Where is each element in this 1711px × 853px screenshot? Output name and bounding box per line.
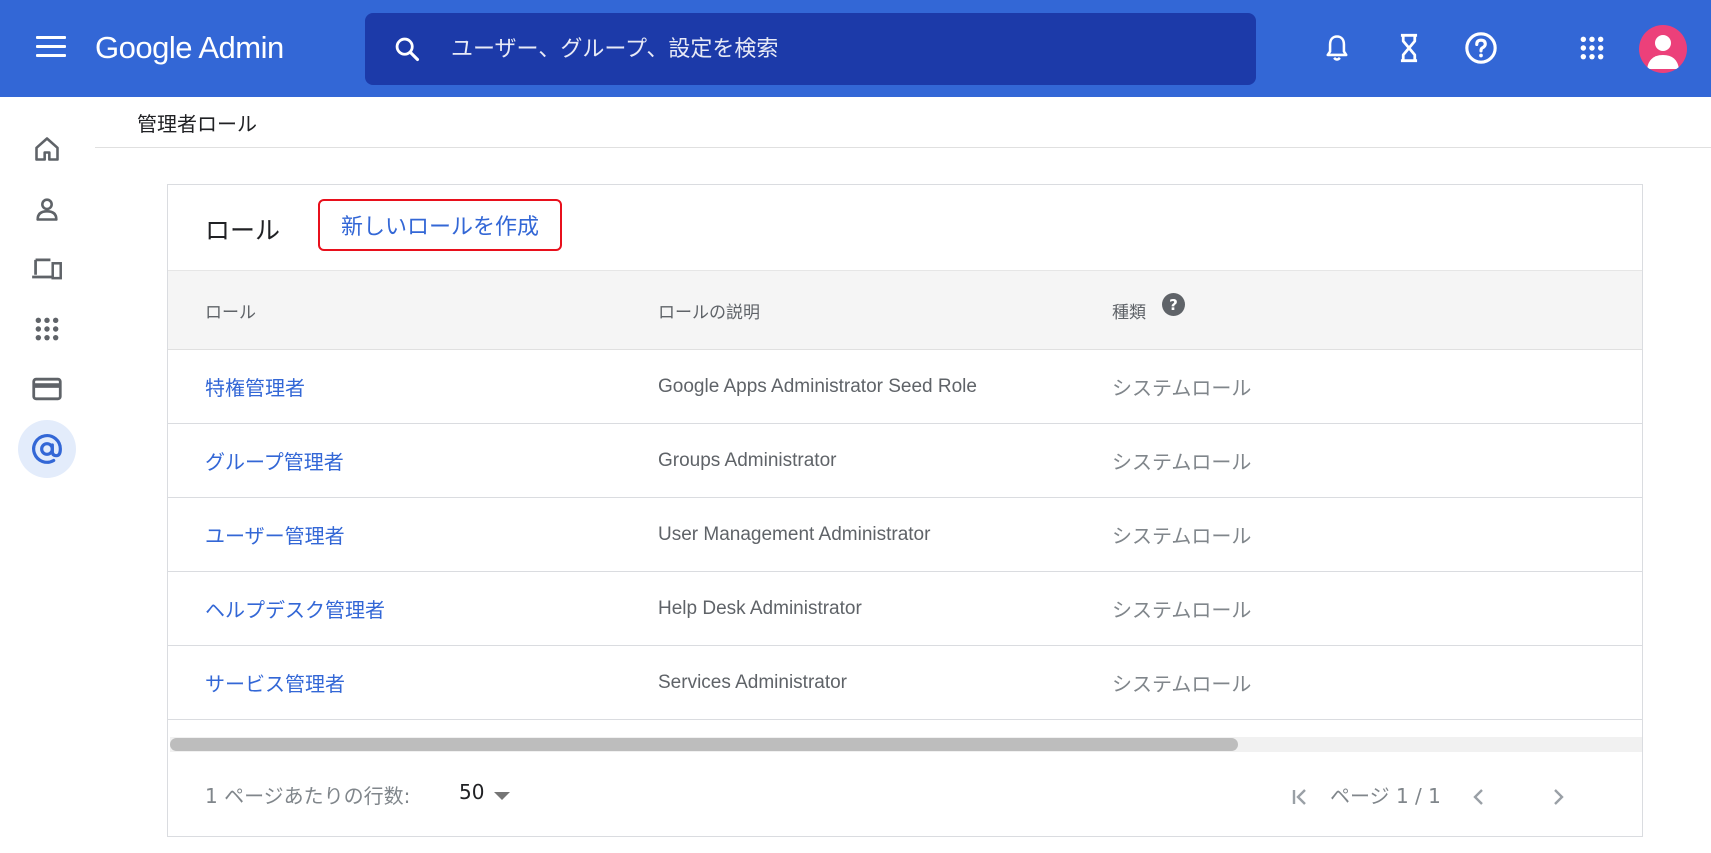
table-row[interactable]: ヘルプデスク管理者 Help Desk Administrator システムロー…	[168, 572, 1642, 646]
role-description: Groups Administrator	[658, 450, 837, 471]
dropdown-caret-icon	[494, 792, 510, 800]
hamburger-menu-icon[interactable]	[36, 36, 66, 60]
role-name-link[interactable]: ヘルプデスク管理者	[205, 594, 385, 623]
home-icon[interactable]	[22, 124, 72, 174]
billing-card-icon[interactable]	[22, 364, 72, 414]
rows-per-page-label: 1 ページあたりの行数:	[205, 784, 411, 808]
role-name-link[interactable]: グループ管理者	[205, 446, 344, 475]
column-header-type[interactable]: 種類	[1112, 298, 1146, 323]
first-page-icon[interactable]	[1282, 779, 1318, 815]
role-type: システムロール	[1112, 450, 1252, 474]
next-page-icon[interactable]	[1540, 779, 1576, 815]
devices-icon[interactable]	[22, 244, 72, 294]
table-row[interactable]: 特権管理者 Google Apps Administrator Seed Rol…	[168, 350, 1642, 424]
role-type: システムロール	[1112, 376, 1252, 400]
page-title: 管理者ロール	[137, 112, 257, 136]
column-header-role[interactable]: ロール	[205, 298, 256, 323]
rows-per-page-value: 50	[459, 780, 485, 804]
divider	[95, 147, 1711, 148]
horizontal-scrollbar[interactable]	[170, 737, 1642, 752]
card-title: ロール	[205, 216, 281, 245]
role-description: Services Administrator	[658, 672, 848, 693]
previous-page-icon[interactable]	[1461, 779, 1497, 815]
role-type: システムロール	[1112, 598, 1252, 622]
search-input[interactable]	[451, 27, 1231, 71]
role-name-link[interactable]: サービス管理者	[205, 668, 345, 697]
user-icon[interactable]	[22, 184, 72, 234]
apps-icon[interactable]	[22, 304, 72, 354]
top-app-bar: Google Admin	[0, 0, 1711, 97]
scrollbar-thumb[interactable]	[170, 738, 1238, 751]
role-description: User Management Administrator	[658, 524, 931, 545]
role-type: システムロール	[1112, 672, 1252, 696]
account-avatar-icon[interactable]	[1639, 25, 1687, 73]
role-type: システムロール	[1112, 524, 1252, 548]
rows-per-page-select[interactable]: 50	[459, 780, 523, 812]
apps-grid-icon[interactable]	[1572, 28, 1612, 68]
search-icon[interactable]	[393, 35, 421, 63]
table-header: ロール ロールの説明 種類 ?	[168, 270, 1642, 350]
table-row[interactable]: ユーザー管理者 User Management Administrator シス…	[168, 498, 1642, 572]
brand-logo[interactable]: Google Admin	[95, 30, 284, 66]
role-name-link[interactable]: 特権管理者	[205, 372, 305, 401]
create-role-button[interactable]: 新しいロールを作成	[318, 199, 562, 251]
hourglass-icon[interactable]	[1389, 28, 1429, 68]
search-bar[interactable]	[365, 13, 1256, 85]
column-header-description[interactable]: ロールの説明	[658, 298, 760, 323]
page-indicator: ページ 1 / 1	[1330, 784, 1441, 808]
help-icon[interactable]	[1461, 28, 1501, 68]
at-sign-icon[interactable]	[18, 420, 76, 478]
bell-icon[interactable]	[1317, 28, 1357, 68]
type-help-icon[interactable]: ?	[1162, 293, 1185, 316]
table-row[interactable]: サービス管理者 Services Administrator システムロール	[168, 646, 1642, 720]
roles-card: ロール 新しいロールを作成 ロール ロールの説明 種類 ? 特権管理者 Goog…	[167, 184, 1643, 837]
table-row[interactable]: グループ管理者 Groups Administrator システムロール	[168, 424, 1642, 498]
role-name-link[interactable]: ユーザー管理者	[205, 520, 345, 549]
role-description: Google Apps Administrator Seed Role	[658, 376, 977, 397]
role-description: Help Desk Administrator	[658, 598, 862, 619]
